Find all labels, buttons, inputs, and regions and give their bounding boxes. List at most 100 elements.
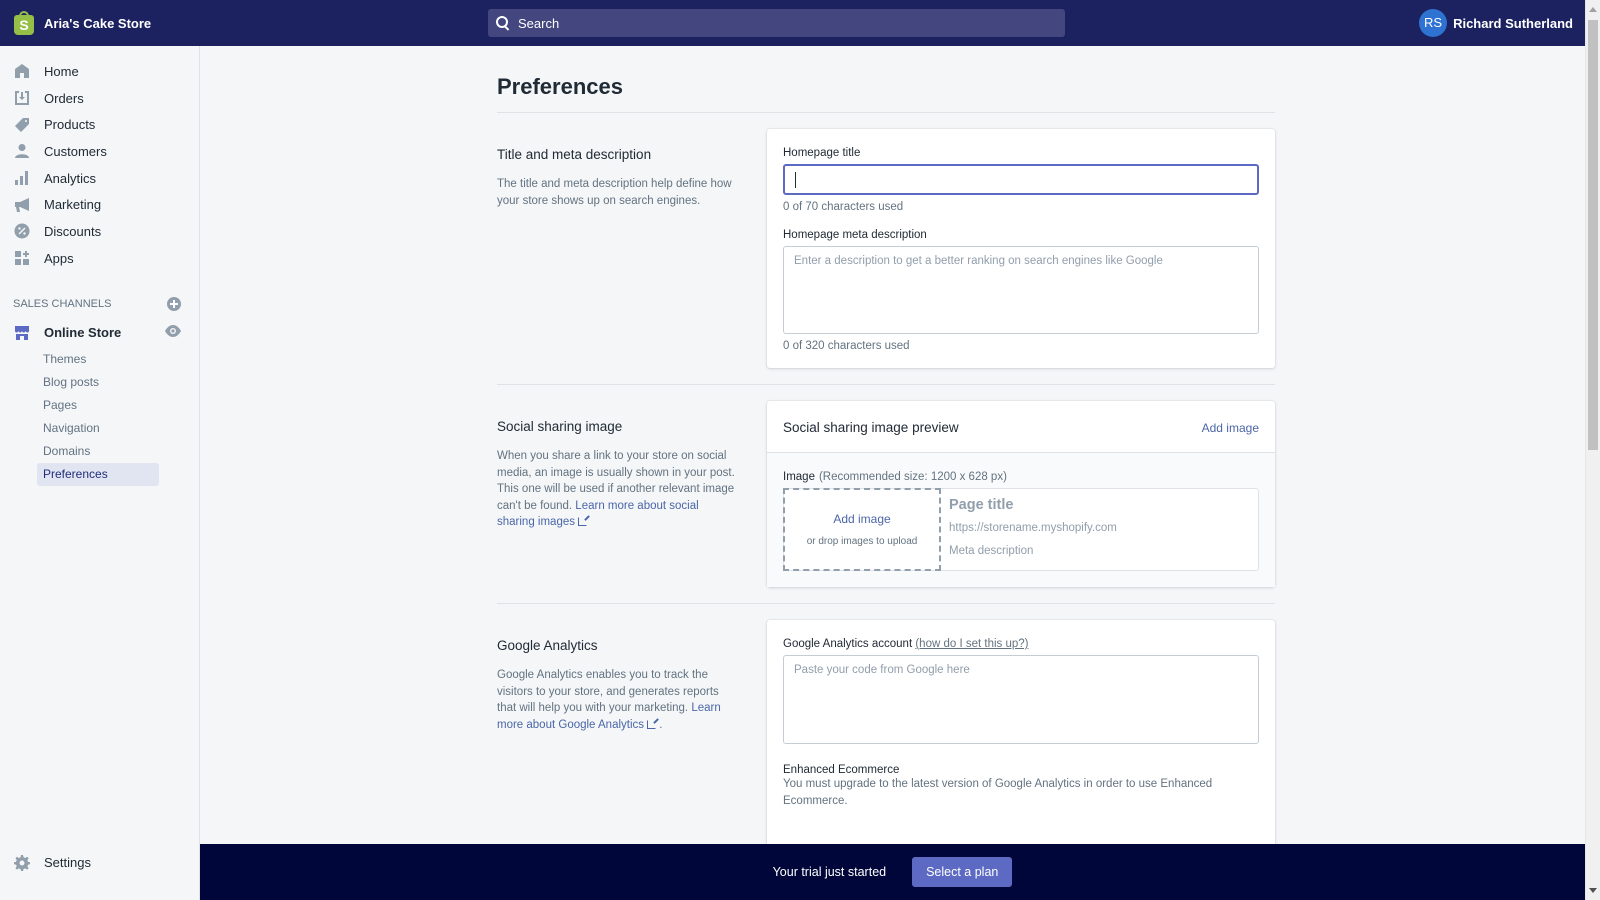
external-link-icon bbox=[647, 719, 657, 729]
sidebar-item-analytics[interactable]: Analytics bbox=[0, 165, 199, 192]
enhanced-ecommerce-title: Enhanced Ecommerce bbox=[783, 764, 900, 776]
store-icon bbox=[15, 325, 29, 340]
meta-description-label: Homepage meta description bbox=[783, 229, 927, 241]
image-size-hint: (Recommended size: 1200 x 628 px) bbox=[818, 471, 1007, 483]
sales-channels-title: SALES CHANNELS bbox=[13, 297, 112, 310]
person-icon bbox=[14, 143, 30, 159]
gear-icon bbox=[14, 854, 30, 871]
dropzone-add-image[interactable]: Add image bbox=[833, 512, 890, 526]
ga-code-input[interactable]: Paste your code from Google here bbox=[783, 655, 1259, 744]
social-preview: Add image or drop images to upload Page … bbox=[783, 488, 1259, 571]
scrollbar-thumb[interactable] bbox=[1588, 20, 1598, 450]
search-icon bbox=[496, 16, 510, 30]
text-caret bbox=[795, 171, 796, 188]
sidebar-item-label: Apps bbox=[44, 250, 74, 266]
sidebar-item-label: Orders bbox=[44, 90, 84, 106]
meta-description-placeholder: Enter a description to get a better rank… bbox=[794, 255, 1163, 267]
title-meta-section: Title and meta description The title and… bbox=[497, 113, 1275, 385]
sales-channels-header: SALES CHANNELS bbox=[0, 294, 199, 314]
sidebar-subitem-preferences[interactable]: Preferences bbox=[37, 462, 159, 486]
main-nav: Home Orders Products Customers Analytics… bbox=[0, 46, 199, 272]
sidebar-item-orders[interactable]: Orders bbox=[0, 85, 199, 112]
sidebar-subitem-domains[interactable]: Domains bbox=[0, 440, 199, 463]
user-menu[interactable]: RS Richard Sutherland bbox=[1419, 9, 1573, 37]
dropzone-hint: or drop images to upload bbox=[806, 536, 918, 547]
how-to-setup-link[interactable]: (how do I set this up?) bbox=[915, 638, 1028, 650]
section-description: The title and meta description help defi… bbox=[497, 178, 732, 207]
trial-banner: Your trial just started Select a plan bbox=[200, 844, 1585, 900]
preferences-page: Preferences Title and meta description T… bbox=[497, 46, 1275, 881]
sidebar-item-label: Discounts bbox=[44, 223, 102, 239]
store-brand[interactable]: S Aria's Cake Store bbox=[0, 11, 480, 35]
sidebar-item-label: Analytics bbox=[44, 170, 97, 186]
section-heading: Social sharing image bbox=[497, 419, 623, 434]
megaphone-icon bbox=[14, 197, 30, 213]
sidebar-item-home[interactable]: Home bbox=[0, 58, 199, 85]
home-icon bbox=[14, 63, 30, 79]
title-meta-card: Homepage title 0 of 70 characters used H… bbox=[767, 129, 1275, 368]
homepage-title-char-count: 0 of 70 characters used bbox=[783, 201, 904, 213]
store-name: Aria's Cake Store bbox=[44, 15, 152, 31]
apps-icon bbox=[14, 250, 30, 266]
sidebar-item-online-store[interactable]: Online Store bbox=[0, 320, 199, 346]
search-input[interactable]: Search bbox=[488, 9, 1065, 37]
sidebar-subitem-pages[interactable]: Pages bbox=[0, 394, 199, 417]
scroll-down-arrow-icon[interactable] bbox=[1589, 888, 1597, 893]
sidebar-item-settings[interactable]: Settings bbox=[0, 849, 91, 876]
social-sharing-section: Social sharing image When you share a li… bbox=[497, 385, 1275, 604]
meta-description-char-count: 0 of 320 characters used bbox=[783, 340, 910, 352]
search-placeholder: Search bbox=[518, 15, 560, 31]
orders-icon bbox=[14, 90, 30, 106]
sidebar-subitem-navigation[interactable]: Navigation bbox=[0, 417, 199, 440]
sidebar: Home Orders Products Customers Analytics… bbox=[0, 46, 200, 900]
google-analytics-card: Google Analytics account (how do I set t… bbox=[767, 620, 1275, 865]
image-label: Image (Recommended size: 1200 x 628 px) bbox=[783, 471, 1007, 483]
eye-icon[interactable] bbox=[165, 324, 181, 342]
sidebar-item-products[interactable]: Products bbox=[0, 111, 199, 138]
sidebar-subitem-blog-posts[interactable]: Blog posts bbox=[0, 371, 199, 394]
homepage-title-label: Homepage title bbox=[783, 147, 861, 159]
ga-code-placeholder: Paste your code from Google here bbox=[794, 664, 970, 676]
google-analytics-section: Google Analytics Google Analytics enable… bbox=[497, 604, 1275, 881]
shopify-logo-icon: S bbox=[14, 11, 34, 35]
sidebar-item-customers[interactable]: Customers bbox=[0, 138, 199, 165]
image-dropzone[interactable]: Add image or drop images to upload bbox=[783, 488, 941, 571]
sidebar-item-label: Home bbox=[44, 63, 79, 79]
sidebar-item-marketing[interactable]: Marketing bbox=[0, 191, 199, 218]
section-heading: Title and meta description bbox=[497, 147, 652, 162]
online-store-label: Online Store bbox=[44, 325, 122, 340]
ga-account-label: Google Analytics account (how do I set t… bbox=[783, 638, 1029, 650]
enhanced-ecommerce-description: You must upgrade to the latest version o… bbox=[783, 778, 1213, 807]
avatar: RS bbox=[1419, 9, 1448, 37]
user-name: Richard Sutherland bbox=[1453, 15, 1573, 31]
meta-description-input[interactable]: Enter a description to get a better rank… bbox=[783, 246, 1259, 334]
sidebar-subitem-themes[interactable]: Themes bbox=[0, 348, 199, 371]
sidebar-item-apps[interactable]: Apps bbox=[0, 245, 199, 272]
main-content: Preferences Title and meta description T… bbox=[200, 46, 1585, 900]
sidebar-item-discounts[interactable]: Discounts bbox=[0, 218, 199, 245]
section-heading: Google Analytics bbox=[497, 638, 598, 653]
preview-url: https://storename.myshopify.com bbox=[949, 522, 1117, 534]
section-description: When you share a link to your store on s… bbox=[497, 450, 735, 528]
social-sharing-card: Social sharing image preview Add image I… bbox=[767, 401, 1275, 587]
add-sales-channel-icon[interactable] bbox=[167, 296, 181, 311]
page-scrollbar[interactable] bbox=[1585, 0, 1600, 900]
trial-text: Your trial just started bbox=[772, 865, 887, 879]
external-link-icon bbox=[577, 517, 587, 526]
bar-chart-icon bbox=[14, 170, 30, 186]
section-description: Google Analytics enables you to track th… bbox=[497, 669, 721, 731]
preview-meta-description: Meta description bbox=[949, 545, 1034, 557]
top-bar: S Aria's Cake Store Search RS Richard Su… bbox=[0, 0, 1585, 46]
homepage-title-input[interactable] bbox=[783, 164, 1259, 195]
preview-page-title: Page title bbox=[949, 497, 1014, 513]
select-plan-button[interactable]: Select a plan bbox=[912, 857, 1013, 887]
scroll-up-arrow-icon[interactable] bbox=[1589, 7, 1597, 12]
sidebar-item-label: Products bbox=[44, 117, 96, 133]
add-image-link[interactable]: Add image bbox=[1202, 421, 1259, 435]
tag-icon bbox=[14, 117, 30, 133]
discount-icon bbox=[14, 223, 30, 239]
sidebar-item-label: Settings bbox=[44, 855, 91, 871]
card-title: Social sharing image preview bbox=[783, 420, 959, 435]
sidebar-item-label: Marketing bbox=[44, 197, 102, 213]
sidebar-item-label: Customers bbox=[44, 143, 107, 159]
